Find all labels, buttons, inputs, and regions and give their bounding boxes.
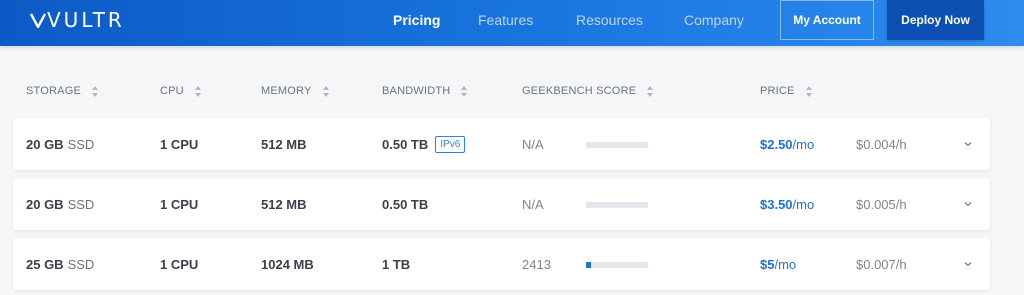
sort-icon	[194, 85, 202, 97]
monthly-price: $5	[760, 256, 775, 272]
price-unit: /mo	[774, 256, 797, 272]
cpu-value: 1 CPU	[160, 256, 199, 272]
bandwidth-value: 0.50 TB	[382, 136, 429, 152]
column-header-label: PRICE	[760, 85, 795, 97]
top-navigation: VULTR Pricing Features Resources Company…	[0, 0, 1024, 46]
column-header-price[interactable]: PRICE	[760, 84, 813, 98]
chevron-down-icon[interactable]	[963, 139, 973, 149]
storage-size: 20 GB	[26, 196, 64, 212]
hourly-price: $0.005/h	[856, 196, 907, 212]
column-header-memory[interactable]: MEMORY	[261, 84, 330, 98]
bandwidth-value: 1 TB	[382, 256, 411, 272]
geekbench-score-bar	[586, 202, 648, 208]
sort-icon	[91, 85, 99, 97]
my-account-button[interactable]: My Account	[780, 0, 874, 40]
geekbench-score-bar	[586, 142, 648, 148]
vultr-v-icon	[30, 13, 46, 28]
storage-size: 20 GB	[26, 136, 64, 152]
plan-row[interactable]: 20 GB SSD 1 CPU 512 MB 0.50 TB IPv6 N/A $2…	[13, 118, 990, 170]
storage-cell: 20 GB SSD	[26, 118, 94, 170]
column-header-label: GEEKBENCH SCORE	[522, 85, 637, 97]
storage-type: SSD	[67, 256, 95, 272]
storage-cell: 25 GB SSD	[26, 238, 94, 290]
geekbench-score-value: N/A	[522, 136, 544, 152]
column-header-cpu[interactable]: CPU	[160, 84, 202, 98]
price-cell: $3.50/mo	[760, 178, 814, 230]
hourly-price: $0.004/h	[856, 136, 907, 152]
column-header-label: STORAGE	[26, 85, 81, 97]
logo-text: VULTR	[47, 8, 125, 32]
plan-row[interactable]: 25 GB SSD 1 CPU 1024 MB 1 TB 2413 $5/mo $…	[13, 238, 990, 290]
column-header-geekbench-score[interactable]: GEEKBENCH SCORE	[522, 84, 654, 98]
geekbench-score-value: N/A	[522, 196, 544, 212]
storage-type: SSD	[67, 136, 95, 152]
nav-link-company[interactable]: Company	[684, 10, 744, 30]
memory-value: 512 MB	[261, 136, 307, 152]
geekbench-score-bar-fill	[586, 262, 591, 268]
nav-link-features[interactable]: Features	[478, 10, 533, 30]
price-cell: $5/mo	[760, 238, 796, 290]
memory-value: 1024 MB	[261, 256, 314, 272]
column-header-label: CPU	[160, 85, 184, 97]
nav-link-resources[interactable]: Resources	[576, 10, 643, 30]
sort-icon	[646, 85, 654, 97]
price-cell: $2.50/mo	[760, 118, 814, 170]
bandwidth-cell: 0.50 TB IPv6	[382, 118, 466, 170]
price-unit: /mo	[792, 136, 815, 152]
column-header-label: MEMORY	[261, 85, 312, 97]
cpu-value: 1 CPU	[160, 136, 199, 152]
cpu-value: 1 CPU	[160, 196, 199, 212]
geekbench-score-value: 2413	[522, 256, 551, 272]
bandwidth-value: 0.50 TB	[382, 196, 429, 212]
bandwidth-cell: 0.50 TB	[382, 178, 428, 230]
plan-row[interactable]: 20 GB SSD 1 CPU 512 MB 0.50 TB N/A $3.50/…	[13, 178, 990, 230]
vultr-logo[interactable]: VULTR	[30, 6, 125, 34]
monthly-price: $2.50	[760, 136, 793, 152]
column-header-bandwidth[interactable]: BANDWIDTH	[382, 84, 468, 98]
bandwidth-cell: 1 TB	[382, 238, 410, 290]
chevron-down-icon[interactable]	[963, 259, 973, 269]
storage-cell: 20 GB SSD	[26, 178, 94, 230]
hourly-price: $0.007/h	[856, 256, 907, 272]
chevron-down-icon[interactable]	[963, 199, 973, 209]
nav-link-pricing[interactable]: Pricing	[393, 10, 440, 30]
monthly-price: $3.50	[760, 196, 793, 212]
deploy-now-button[interactable]: Deploy Now	[887, 0, 984, 40]
sort-icon	[322, 85, 330, 97]
geekbench-score-bar	[586, 262, 648, 268]
storage-type: SSD	[67, 196, 95, 212]
storage-size: 25 GB	[26, 256, 64, 272]
memory-value: 512 MB	[261, 196, 307, 212]
sort-icon	[460, 85, 468, 97]
column-header-storage[interactable]: STORAGE	[26, 84, 99, 98]
column-header-label: BANDWIDTH	[382, 85, 451, 97]
sort-icon	[805, 85, 813, 97]
ipv6-badge: IPv6	[435, 135, 466, 153]
price-unit: /mo	[792, 196, 815, 212]
